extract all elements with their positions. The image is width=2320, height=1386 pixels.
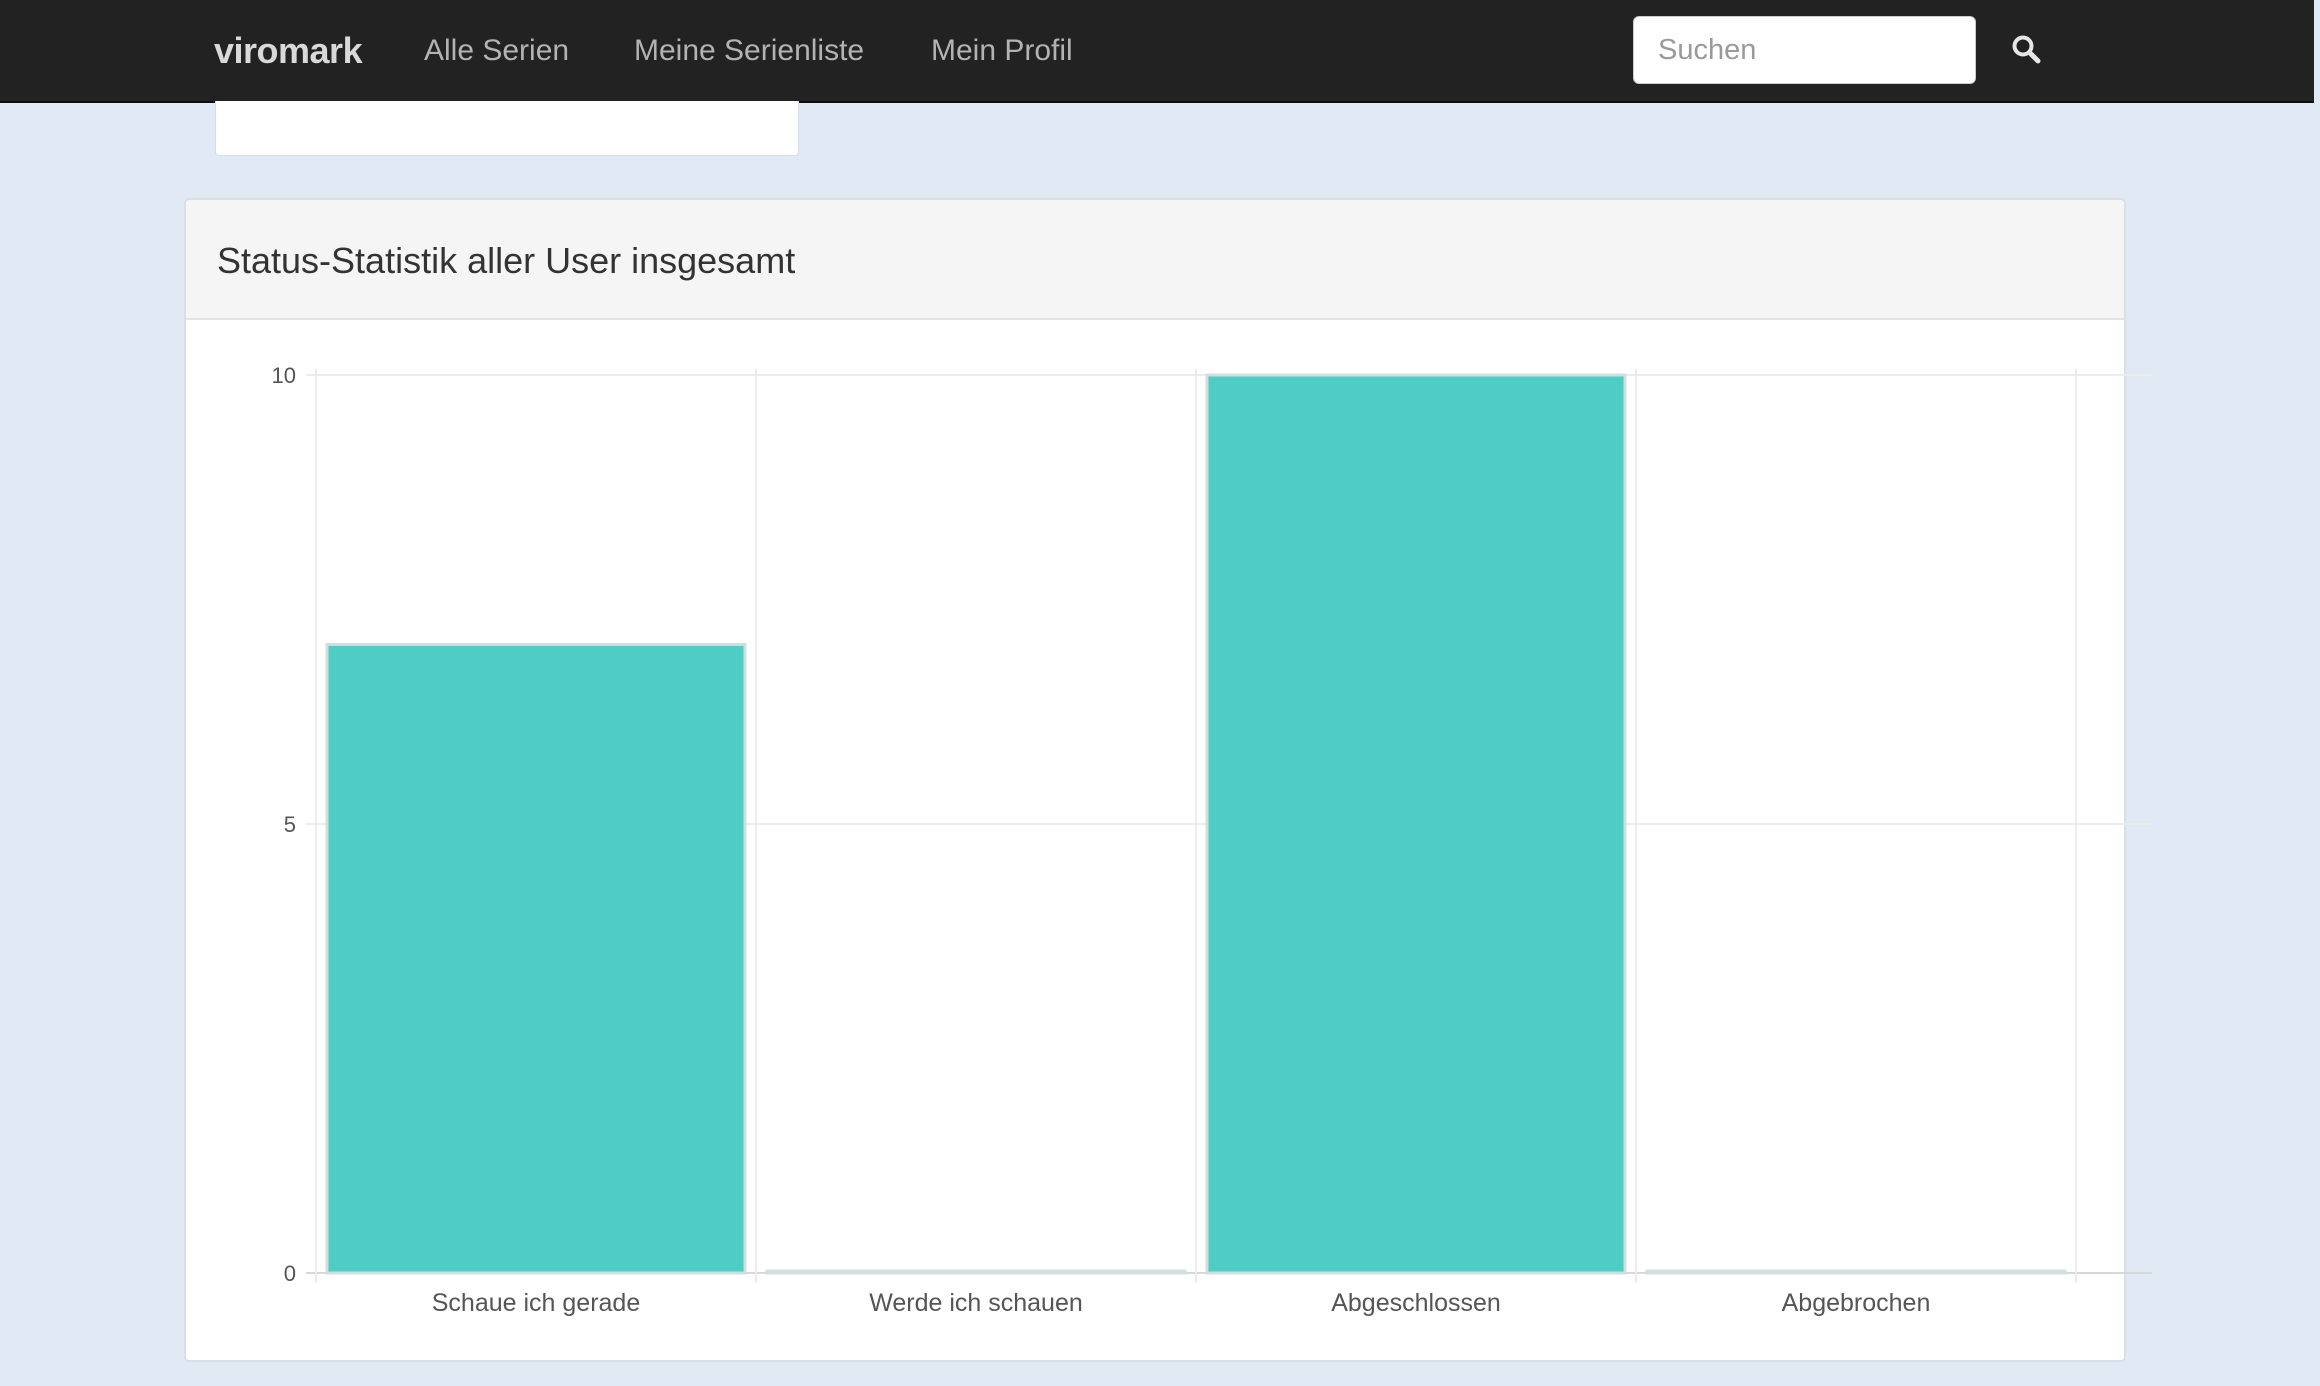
x-category-label: Abgeschlossen [1331,1289,1501,1317]
bar [325,642,747,1275]
panel-title: Status-Statistik aller User insgesamt [217,240,796,281]
search-button[interactable] [2002,22,2050,76]
bar [1645,1269,2067,1275]
navbar: viromark Alle Serien Meine Serienliste M… [0,0,2314,103]
y-tick-label: 0 [284,1261,296,1286]
nav-link-mein-profil[interactable]: Mein Profil [931,0,1073,101]
x-category-label: Schaue ich gerade [432,1289,640,1317]
status-bar-chart: 0 5 10 Schaue ich gerade Werde ich schauen Ab… [272,363,2152,1317]
x-category-label: Werde ich schauen [869,1289,1083,1317]
profile-card-bottom [215,101,799,156]
nav-link-meine-serienliste[interactable]: Meine Serienliste [634,0,864,101]
y-tick-label: 10 [272,363,296,388]
y-tick-label: 5 [284,812,296,837]
search-icon [2012,35,2041,64]
x-category-label: Abgebrochen [1782,1289,1931,1317]
panel-heading: Status-Statistik aller User insgesamt [186,200,2124,320]
brand-logo[interactable]: viromark [214,0,363,101]
bar [765,1269,1187,1275]
nav-link-alle-serien[interactable]: Alle Serien [424,0,569,101]
bar [1205,373,1627,1275]
search-input[interactable] [1633,16,1976,84]
